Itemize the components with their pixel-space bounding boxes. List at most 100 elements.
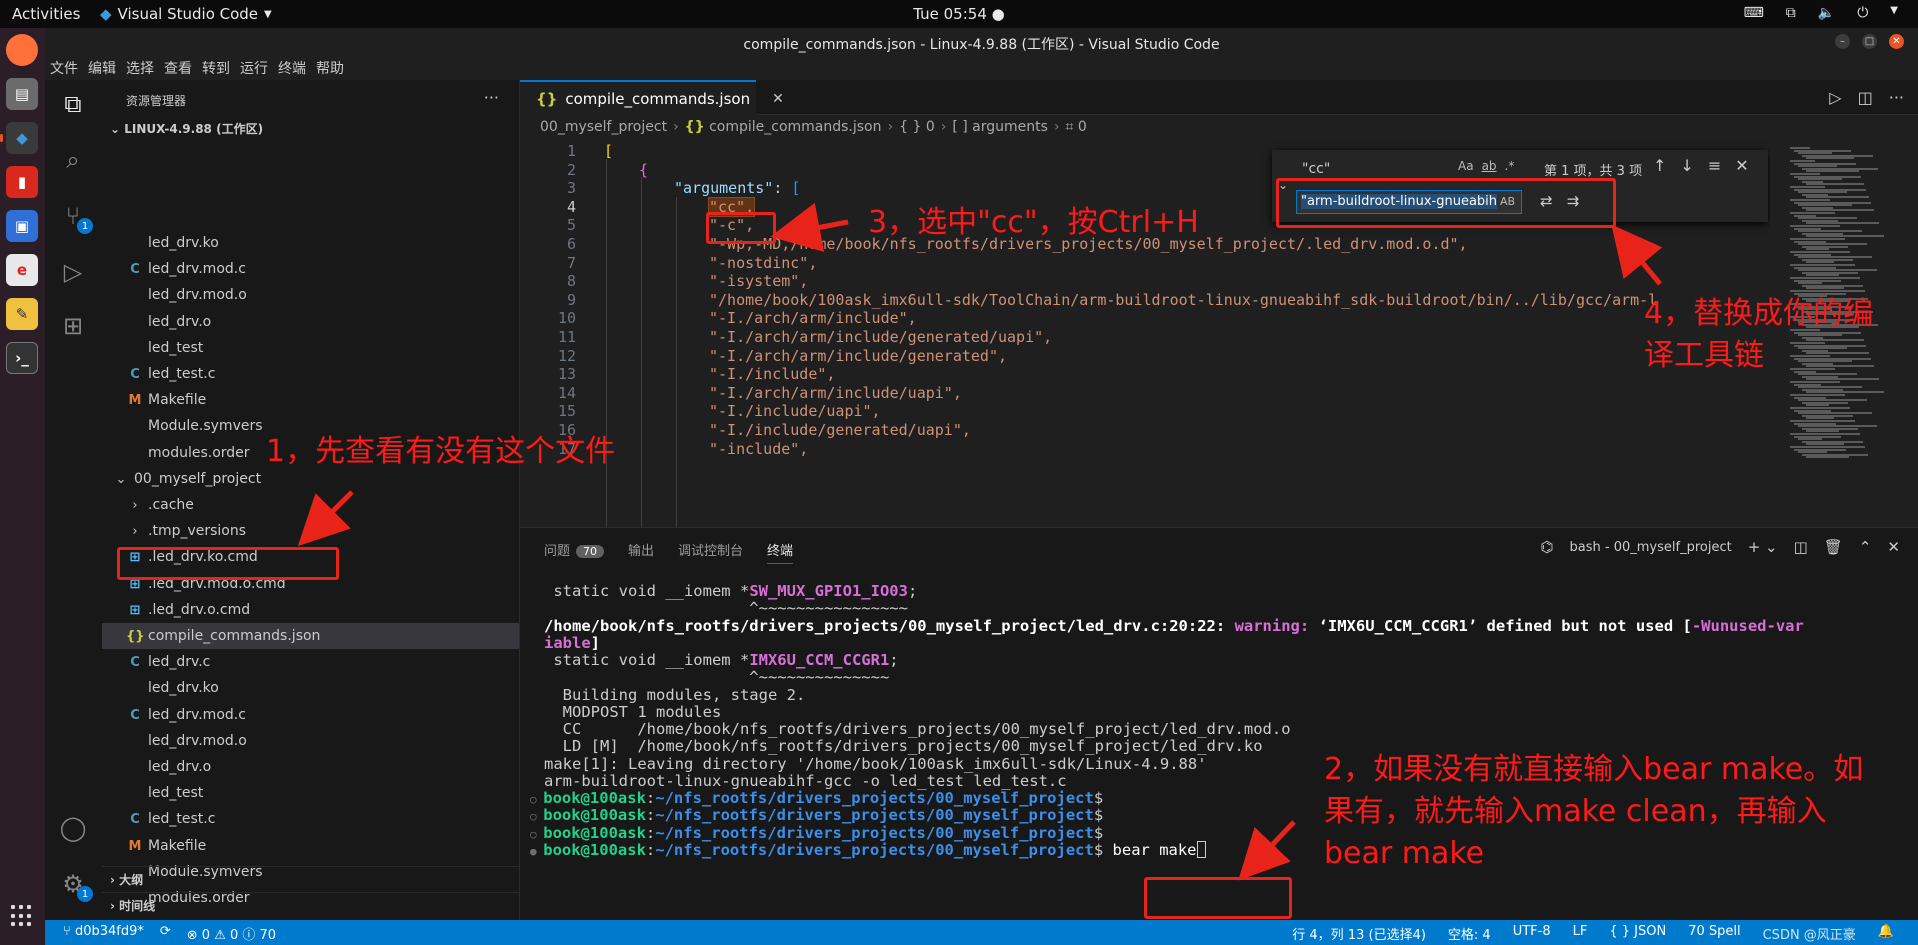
menu-view[interactable]: 查看 <box>159 56 197 80</box>
text-editor-icon[interactable]: ✎ <box>6 298 38 330</box>
spell-status[interactable]: 70 Spell <box>1688 924 1740 943</box>
extensions-icon[interactable]: ⊞ <box>57 310 89 342</box>
tree-item[interactable]: › .tmp_versions <box>102 518 519 544</box>
tree-item[interactable]: led_drv.mod.o <box>102 282 519 308</box>
problems-status[interactable]: ⊗ 0 ⚠ 0 ⓘ 70 <box>187 924 276 943</box>
outline-section[interactable]: › 大纲 <box>102 866 519 892</box>
new-terminal-icon[interactable]: + ⌄ <box>1748 538 1778 556</box>
remote-desktop-icon[interactable]: ▣ <box>6 210 38 242</box>
close-icon[interactable]: ✕ <box>1887 538 1900 556</box>
gear-icon[interactable]: ⚙ 1 <box>57 868 93 902</box>
tree-item[interactable]: led_drv.o <box>102 754 519 780</box>
menu-edit[interactable]: 编辑 <box>83 56 121 80</box>
tree-item[interactable]: Cled_test.c <box>102 806 519 832</box>
run-icon[interactable]: ▷ <box>1829 88 1841 107</box>
tree-item[interactable]: {} compile_commands.json <box>102 623 519 649</box>
branch-status[interactable]: ⑂ d0b34fd9* <box>63 924 144 943</box>
find-in-selection-icon[interactable]: ≡ <box>1708 156 1721 175</box>
terminal-selector[interactable]: bash - 00_myself_project <box>1570 540 1732 555</box>
tree-item[interactable]: M Makefile <box>102 833 519 859</box>
tree-item[interactable]: ⊞ .led_drv.o.cmd <box>102 597 519 623</box>
app-menu[interactable]: ◆ Visual Studio Code ▼ <box>100 5 272 23</box>
tree-item[interactable]: Cled_drv.mod.c <box>102 256 519 282</box>
tab-debug-console[interactable]: 调试控制台 <box>678 540 743 564</box>
cursor-position[interactable]: 行 4，列 13 (已选择4) <box>1292 924 1426 943</box>
bell-icon[interactable]: 🔔 <box>1878 924 1894 943</box>
menu-help[interactable]: 帮助 <box>311 56 349 80</box>
explorer-icon[interactable]: ⧉ <box>57 88 89 120</box>
menu-selection[interactable]: 选择 <box>121 56 159 80</box>
more-actions-icon[interactable]: ··· <box>1889 88 1904 107</box>
breadcrumb-folder[interactable]: 00_myself_project <box>540 119 667 135</box>
menu-terminal[interactable]: 终端 <box>273 56 311 80</box>
tree-item[interactable]: led_drv.mod.o <box>102 728 519 754</box>
menu-go[interactable]: 转到 <box>197 56 235 80</box>
wps-icon[interactable]: ▮ <box>6 166 38 198</box>
workspace-root[interactable]: ⌄ LINUX-4.9.88 (工作区) <box>102 116 519 140</box>
account-icon[interactable]: ◯ <box>57 812 89 844</box>
breadcrumb-item[interactable]: 0 <box>1078 119 1087 135</box>
string-icon: ⌗ <box>1065 119 1074 135</box>
indent-guide <box>641 177 642 527</box>
activities-button[interactable]: Activities <box>12 5 80 23</box>
breadcrumb-file[interactable]: compile_commands.json <box>709 119 881 135</box>
tree-item[interactable]: led_test <box>102 780 519 806</box>
pdf-viewer-icon[interactable]: e <box>6 254 38 286</box>
tree-item[interactable]: M Makefile <box>102 387 519 413</box>
minimize-icon[interactable]: – <box>1835 34 1850 49</box>
match-case-toggle[interactable]: Aa <box>1458 159 1474 173</box>
editor-tabs: {} compile_commands.json ✕ ▷ ◫ ··· <box>520 80 1918 115</box>
terminal-icon[interactable]: ›_ <box>6 342 38 374</box>
tree-item[interactable]: led_drv.o <box>102 309 519 335</box>
timeline-section[interactable]: › 时间线 <box>102 892 519 918</box>
split-terminal-icon[interactable]: ◫ <box>1794 538 1808 556</box>
tab-output[interactable]: 输出 <box>628 540 654 564</box>
vscode-dock-icon[interactable]: ◆ <box>0 122 38 154</box>
breadcrumb-array[interactable]: [ ] arguments <box>952 119 1048 135</box>
tab-problems[interactable]: 问题 70 <box>544 540 605 564</box>
tab-terminal[interactable]: 终端 <box>767 540 794 564</box>
code-line: "-I./include/uapi", <box>709 402 881 421</box>
close-icon[interactable]: ✕ <box>772 91 784 107</box>
arrow-up-icon[interactable]: ↑ <box>1653 156 1666 175</box>
trash-icon[interactable]: 🗑 <box>1824 538 1843 556</box>
tree-item[interactable]: led_drv.ko <box>102 675 519 701</box>
search-icon[interactable]: ⌕ <box>57 144 89 176</box>
maximize-icon[interactable]: □ <box>1862 34 1877 49</box>
tree-item[interactable]: Cled_drv.c <box>102 649 519 675</box>
clock[interactable]: Tue 05:54 ● <box>0 5 1918 23</box>
files-icon[interactable]: ▤ <box>6 78 38 110</box>
breadcrumb-object[interactable]: { } 0 <box>899 119 935 135</box>
regex-toggle[interactable]: .* <box>1505 159 1515 173</box>
indentation[interactable]: 空格: 4 <box>1448 924 1491 943</box>
match-word-toggle[interactable]: ab <box>1482 159 1497 173</box>
close-window-icon[interactable]: ✕ <box>1889 34 1904 49</box>
tree-item[interactable]: › .cache <box>102 492 519 518</box>
status-bar: ⑂ d0b34fd9* ⟳ ⊗ 0 ⚠ 0 ⓘ 70 行 4，列 13 (已选择… <box>45 920 1918 945</box>
tab-compile-commands[interactable]: {} compile_commands.json ✕ <box>520 80 784 115</box>
tree-item[interactable]: Cled_drv.mod.c <box>102 702 519 728</box>
tree-item[interactable]: Cled_test.c <box>102 361 519 387</box>
settings-badge: 1 <box>77 886 93 902</box>
menu-run[interactable]: 运行 <box>235 56 273 80</box>
language-mode[interactable]: { } JSON <box>1609 924 1666 943</box>
source-control-icon[interactable]: ⑂ 1 <box>57 200 93 234</box>
close-icon[interactable]: ✕ <box>1735 156 1748 175</box>
tree-item[interactable]: led_test <box>102 335 519 361</box>
encoding[interactable]: UTF-8 <box>1513 924 1551 943</box>
menu-file[interactable]: 文件 <box>45 56 83 80</box>
firefox-icon[interactable] <box>6 34 38 66</box>
more-actions-icon[interactable]: ··· <box>484 88 499 107</box>
maximize-panel-icon[interactable]: ⌃ <box>1859 538 1872 556</box>
run-debug-icon[interactable]: ▷ <box>57 256 89 288</box>
end-of-line[interactable]: LF <box>1573 924 1588 943</box>
vscode-icon: ◆ <box>100 5 112 23</box>
sync-icon[interactable]: ⟳ <box>160 924 171 943</box>
terminal-line: static void __iomem *IMX6U_CCM_CCGR1; <box>544 651 899 669</box>
tree-item[interactable]: led_drv.ko <box>102 230 519 256</box>
makefile-icon: M <box>128 393 142 409</box>
arrow-down-icon[interactable]: ↓ <box>1680 156 1693 175</box>
split-editor-icon[interactable]: ◫ <box>1858 88 1873 107</box>
system-tray[interactable]: ⌨ ⧉ 🔈 ⏻ ▼ <box>1744 5 1898 21</box>
show-apps-icon[interactable] <box>11 905 33 927</box>
